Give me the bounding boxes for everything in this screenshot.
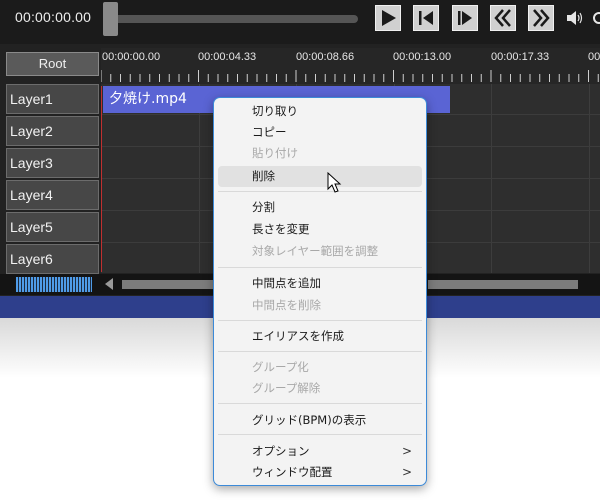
layer-label-1[interactable]: Layer1 (6, 84, 99, 114)
menu-separator (218, 434, 422, 435)
rewind-icon (494, 9, 511, 27)
menu-item: 貼り付け (218, 143, 422, 164)
menu-item[interactable]: 長さを変更 (218, 219, 422, 240)
seek-bar[interactable] (106, 15, 358, 23)
audio-level-meter (16, 277, 92, 292)
menu-item[interactable]: エイリアスを作成 (218, 326, 422, 347)
transport-bar: 00:00:00.00 (0, 0, 600, 44)
volume-icon[interactable] (566, 10, 584, 26)
fast-forward-icon (533, 9, 550, 27)
menu-item-label: オプション (252, 444, 310, 458)
menu-item-label: グループ化 (252, 360, 309, 374)
menu-item-label: 中間点を削除 (252, 298, 321, 312)
menu-item-label: 分割 (252, 200, 275, 214)
menu-item[interactable]: グリッド(BPM)の表示 (218, 410, 422, 431)
submenu-arrow-icon: > (401, 465, 412, 479)
ruler-label: 00:00 (588, 51, 600, 63)
menu-item: グループ解除 (218, 378, 422, 399)
menu-item: グループ化 (218, 357, 422, 378)
time-ruler[interactable]: 00:00:00.00 00:00:04.33 00:00:08.66 00:0… (101, 48, 600, 84)
time-display: 00:00:00.00 (15, 9, 92, 25)
menu-item-label: エイリアスを作成 (252, 329, 344, 343)
menu-separator (218, 351, 422, 352)
menu-separator (218, 191, 422, 192)
root-button[interactable]: Root (6, 52, 99, 76)
layer-label-5[interactable]: Layer5 (6, 212, 99, 242)
play-button[interactable] (375, 5, 401, 31)
menu-item[interactable]: コピー (218, 122, 422, 143)
ruler-label: 00:00:00.00 (102, 51, 161, 63)
menu-item-label: 対象レイヤー範囲を調整 (252, 244, 379, 258)
ruler-label: 00:00:17.33 (491, 51, 550, 63)
context-menu: 切り取りコピー貼り付け削除分割長さを変更対象レイヤー範囲を調整 中間点を追加 中間点… (213, 97, 427, 486)
prev-frame-button[interactable] (413, 5, 439, 31)
ruler-label: 00:00:08.66 (296, 51, 355, 63)
menu-item-label: 中間点を追加 (252, 276, 321, 290)
layer-label-4[interactable]: Layer4 (6, 180, 99, 210)
menu-item-label: ウィンドウ配置 (252, 465, 333, 479)
menu-separator (218, 320, 422, 321)
menu-item-label: グリッド(BPM)の表示 (252, 413, 367, 427)
menu-item[interactable]: 中間点を追加 (218, 273, 422, 294)
menu-item[interactable]: ウィンドウ配置 > (218, 462, 422, 483)
ruler-label: 00:00:13.00 (393, 51, 452, 63)
seek-thumb[interactable] (103, 2, 118, 36)
layer-label-6[interactable]: Layer6 (6, 244, 99, 274)
menu-item[interactable]: 削除 (218, 166, 422, 187)
prev-frame-icon (419, 11, 433, 25)
ruler-label: 00:00:04.33 (198, 51, 257, 63)
playhead[interactable] (101, 86, 102, 272)
layer-label-3[interactable]: Layer3 (6, 148, 99, 178)
layer-label-2[interactable]: Layer2 (6, 116, 99, 146)
scroll-thumb[interactable] (428, 280, 578, 289)
menu-item-label: 長さを変更 (252, 222, 310, 236)
menu-separator (218, 267, 422, 268)
menu-item-label: コピー (252, 125, 287, 139)
menu-item-label: 切り取り (252, 104, 298, 118)
rewind-button[interactable] (490, 5, 516, 31)
menu-item[interactable]: 分割 (218, 197, 422, 218)
submenu-arrow-icon: > (401, 444, 412, 458)
ruler-ticks (101, 70, 599, 82)
menu-item[interactable]: 切り取り (218, 101, 422, 122)
menu-separator (218, 403, 422, 404)
menu-item: 対象レイヤー範囲を調整 (218, 241, 422, 262)
loop-icon[interactable] (591, 10, 600, 26)
menu-item-label: 貼り付け (252, 146, 298, 160)
play-icon (382, 10, 396, 26)
next-frame-button[interactable] (452, 5, 478, 31)
menu-item: 中間点を削除 (218, 295, 422, 316)
menu-item-label: グループ解除 (252, 381, 321, 395)
fast-forward-button[interactable] (528, 5, 554, 31)
menu-item[interactable]: オプション > (218, 441, 422, 462)
mouse-pointer-icon (327, 172, 342, 193)
scroll-left-arrow-icon[interactable] (105, 278, 113, 290)
menu-item-label: 削除 (252, 169, 275, 183)
next-frame-icon (458, 11, 472, 25)
